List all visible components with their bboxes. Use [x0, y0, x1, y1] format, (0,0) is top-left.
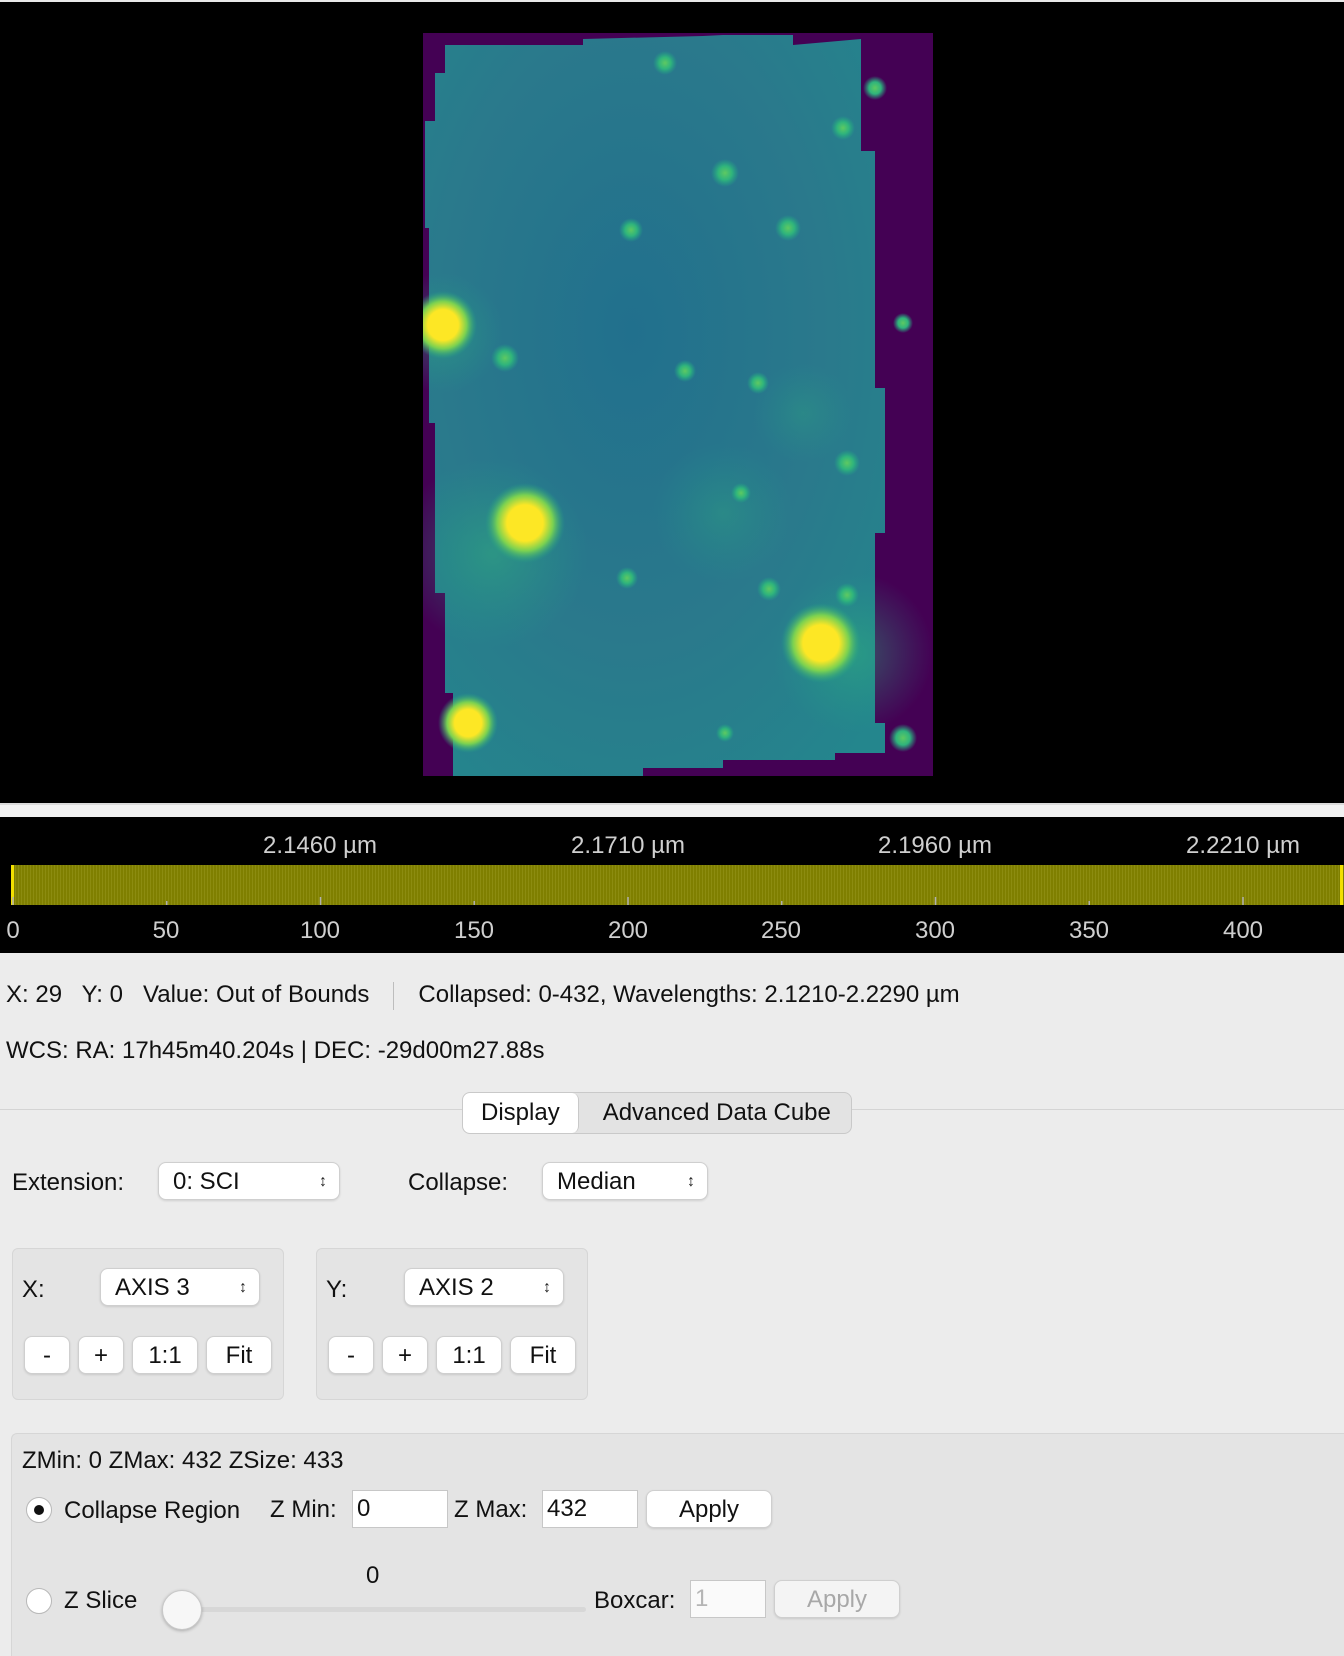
- wavelength-axis[interactable]: 2.1460 µm 2.1710 µm 2.1960 µm 2.2210 µm …: [0, 817, 1344, 953]
- value-readout: Value: Out of Bounds: [143, 981, 370, 1008]
- y-zoom-out-button[interactable]: -: [328, 1336, 374, 1374]
- x-axis-value: AXIS 3: [115, 1274, 190, 1301]
- slider-value-label: 0: [366, 1562, 380, 1589]
- x-zoom-in-button[interactable]: +: [78, 1336, 124, 1374]
- collapse-region-label[interactable]: Collapse Region: [64, 1497, 240, 1525]
- y-axis-select[interactable]: AXIS 2 ↕: [404, 1268, 564, 1306]
- x-reset-zoom-button[interactable]: 1:1: [132, 1336, 198, 1374]
- cursor-status-line: X: 29 Y: 0 Value: Out of Bounds Collapsed…: [6, 981, 960, 1010]
- y-axis-label: Y:: [326, 1276, 348, 1303]
- slice-label-0: 0: [6, 917, 19, 944]
- z-slice-slider-track[interactable]: [182, 1607, 586, 1612]
- slice-label-100: 100: [300, 917, 340, 944]
- status-divider: [393, 981, 395, 1010]
- slice-label-150: 150: [454, 917, 494, 944]
- zmax-input[interactable]: [542, 1490, 638, 1528]
- y-zoom-in-button[interactable]: +: [382, 1336, 428, 1374]
- splitter-handle[interactable]: [0, 803, 1344, 817]
- x-zoom-out-button[interactable]: -: [24, 1336, 70, 1374]
- chevron-updown-icon: ↕: [543, 1279, 551, 1296]
- y-axis-value: AXIS 2: [419, 1274, 494, 1301]
- slice-label-250: 250: [761, 917, 801, 944]
- x-fit-button[interactable]: Fit: [206, 1336, 272, 1374]
- y-fit-button[interactable]: Fit: [510, 1336, 576, 1374]
- collapse-value: Median: [557, 1168, 636, 1195]
- y-reset-zoom-button[interactable]: 1:1: [436, 1336, 502, 1374]
- boxcar-input[interactable]: [690, 1580, 766, 1618]
- wavelength-label-1: 2.1460 µm: [263, 832, 377, 859]
- radio-selected-dot: [34, 1505, 44, 1515]
- wavelength-selector[interactable]: 2.1460 µm 2.1710 µm 2.1960 µm 2.2210 µm …: [0, 817, 1344, 953]
- region-end-marker: [1340, 865, 1343, 905]
- collapse-region-band: [12, 865, 1344, 905]
- tab-bar: Display Advanced Data Cube: [462, 1092, 852, 1134]
- zmin-input[interactable]: [352, 1490, 448, 1528]
- x-readout: X: 29: [6, 981, 63, 1008]
- x-axis-label: X:: [22, 1276, 45, 1303]
- chevron-updown-icon: ↕: [239, 1279, 247, 1296]
- chevron-updown-icon: ↕: [319, 1173, 327, 1190]
- extension-label: Extension:: [12, 1169, 125, 1196]
- boxcar-label: Boxcar:: [594, 1587, 676, 1614]
- wavelength-label-3: 2.1960 µm: [878, 832, 992, 859]
- z-slice-radio[interactable]: [26, 1588, 52, 1614]
- z-slice-label[interactable]: Z Slice: [64, 1587, 137, 1615]
- wavelength-label-4: 2.2210 µm: [1186, 832, 1300, 859]
- zmin-label: Z Min:: [270, 1496, 337, 1523]
- z-slice-slider-knob[interactable]: [162, 1590, 202, 1630]
- slice-label-200: 200: [608, 917, 648, 944]
- x-axis-select[interactable]: AXIS 3 ↕: [100, 1268, 260, 1306]
- tab-display[interactable]: Display: [463, 1093, 579, 1133]
- data-cube-image[interactable]: [423, 33, 933, 776]
- zmax-label: Z Max:: [454, 1496, 528, 1523]
- slice-label-350: 350: [1069, 917, 1109, 944]
- y-readout: Y: 0: [81, 981, 123, 1008]
- slice-label-400: 400: [1223, 917, 1263, 944]
- collapsed-info: Collapsed: 0-432, Wavelengths: 2.1210-2.…: [418, 981, 960, 1008]
- image-canvas[interactable]: [0, 0, 1344, 803]
- slice-label-300: 300: [915, 917, 955, 944]
- extension-value: 0: SCI: [173, 1168, 240, 1195]
- slice-label-50: 50: [153, 917, 180, 944]
- collapse-region-radio[interactable]: [26, 1497, 52, 1523]
- tab-advanced-data-cube[interactable]: Advanced Data Cube: [579, 1093, 851, 1133]
- collapse-select[interactable]: Median ↕: [542, 1162, 708, 1200]
- collapse-label: Collapse:: [408, 1169, 509, 1196]
- extension-select[interactable]: 0: SCI ↕: [158, 1162, 340, 1200]
- z-range-info: ZMin: 0 ZMax: 432 ZSize: 433: [22, 1447, 344, 1474]
- wcs-readout: WCS: RA: 17h45m40.204s | DEC: -29d00m27.…: [6, 1037, 545, 1064]
- wavelength-label-2: 2.1710 µm: [571, 832, 685, 859]
- boxcar-apply-button[interactable]: Apply: [774, 1580, 900, 1618]
- collapse-apply-button[interactable]: Apply: [646, 1490, 772, 1528]
- chevron-updown-icon: ↕: [687, 1173, 695, 1190]
